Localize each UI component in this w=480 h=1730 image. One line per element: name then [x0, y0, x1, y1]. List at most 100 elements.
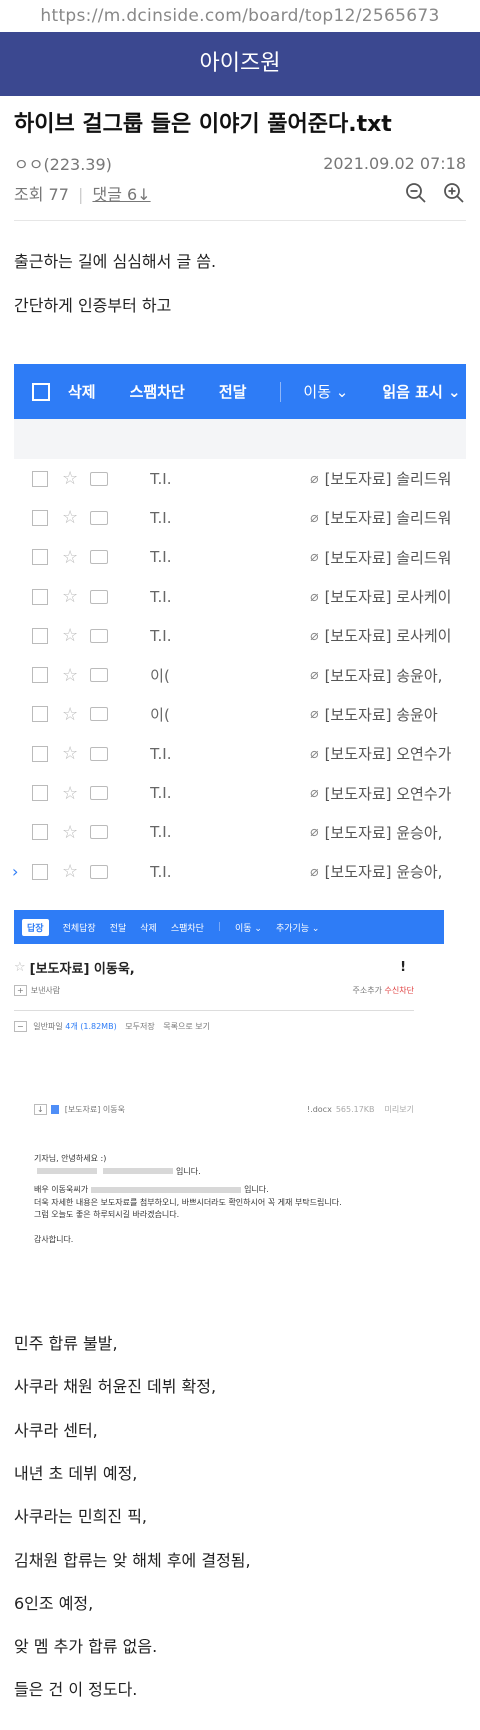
forward-button[interactable]: 전달	[110, 921, 127, 934]
spam-block-button[interactable]: 스팸차단	[130, 381, 185, 402]
closing-line: 사쿠라는 민희진 픽,	[14, 1507, 148, 1527]
envelope-icon[interactable]	[90, 746, 109, 761]
row-checkbox[interactable]	[32, 863, 48, 880]
envelope-icon[interactable]	[90, 589, 109, 604]
star-icon[interactable]: ☆	[62, 507, 78, 528]
row-checkbox[interactable]	[32, 667, 48, 684]
save-all-link[interactable]: 모두저장	[125, 1022, 154, 1031]
row-checkbox[interactable]	[32, 470, 48, 487]
post-datetime: 2021.09.02 07:18	[323, 153, 466, 173]
zoom-in-icon[interactable]	[442, 181, 466, 205]
mail-row[interactable]: ☆ T.I. ⌀ [보도자료] 로사케이	[14, 616, 466, 655]
mail-subject[interactable]: [보도자료] 오연수가	[325, 743, 455, 764]
file-ext: !.docx	[306, 1105, 332, 1114]
block-sender-link[interactable]: 수신차단	[385, 986, 414, 995]
envelope-icon[interactable]	[90, 510, 109, 525]
star-icon[interactable]: ☆	[62, 625, 78, 646]
mark-read-dropdown[interactable]: 읽음 표시 ⌄	[382, 381, 460, 402]
mail-row[interactable]: ☆ 이(⌀ [보도자료] 송윤아	[14, 695, 466, 734]
mail-subject[interactable]: [보도자료] 로사케이	[325, 586, 455, 607]
mail-subject[interactable]: [보도자료] 오연수가	[325, 783, 455, 804]
row-checkbox[interactable]	[32, 785, 48, 802]
star-icon[interactable]: ☆	[62, 783, 78, 804]
spam-block-button[interactable]: 스팸차단	[171, 921, 204, 934]
comment-count-link[interactable]: 댓글 6↓	[92, 185, 150, 204]
star-icon[interactable]: ☆	[62, 743, 78, 764]
row-checkbox[interactable]	[32, 706, 48, 723]
envelope-icon[interactable]	[90, 707, 109, 722]
gallery-title[interactable]: 아이즈원	[0, 32, 480, 96]
delete-button[interactable]: 삭제	[68, 381, 96, 402]
star-icon[interactable]: ☆	[62, 468, 78, 489]
envelope-icon[interactable]	[90, 550, 109, 565]
redacted-text	[37, 1168, 97, 1174]
mail-row[interactable]: ☆ T.I. ⌀ [보도자료] 솔리드워	[14, 459, 466, 498]
star-icon[interactable]: ☆	[62, 822, 78, 843]
envelope-icon[interactable]	[90, 825, 109, 840]
mail-row[interactable]: ☆ T.I. ⌀ [보도자료] 로사케이	[14, 577, 466, 616]
delete-button[interactable]: 삭제	[140, 921, 157, 934]
envelope-icon[interactable]	[90, 628, 109, 643]
envelope-icon[interactable]	[90, 668, 109, 683]
attach-count[interactable]: 4개 (1.82MB)	[65, 1022, 116, 1031]
reply-all-button[interactable]: 전체답장	[63, 921, 96, 934]
collapse-icon[interactable]: −	[14, 1021, 27, 1032]
star-icon[interactable]: ☆	[62, 547, 78, 568]
mail-subject[interactable]: [보도자료] 윤승아,	[325, 861, 455, 882]
mail-row[interactable]: ☆ T.I. ⌀ [보도자료] 오연수가	[14, 773, 466, 812]
row-checkbox[interactable]	[32, 824, 48, 841]
star-icon[interactable]: ☆	[14, 960, 26, 975]
forward-button[interactable]: 전달	[219, 381, 247, 402]
attachment-summary: − 일반파일 4개 (1.82MB) 모두저장 목록으로 보기	[14, 1021, 444, 1032]
row-checkbox[interactable]	[32, 509, 48, 526]
star-icon[interactable]: ☆	[62, 704, 78, 725]
mail-row[interactable]: › ☆ T.I. ⌀ [보도자료] 윤승아,	[12, 852, 466, 891]
reply-button[interactable]: 답장	[22, 918, 49, 936]
closing-line: 민주 합류 불발,	[14, 1334, 118, 1353]
mail-sender: T.I.	[150, 469, 172, 488]
post-meta: ㅇㅇ(223.39) 2021.09.02 07:18	[14, 150, 466, 176]
mail-subject[interactable]: [보도자료] 솔리드워	[325, 468, 455, 489]
mail-row[interactable]: ☆ T.I. ⌀ [보도자료] 솔리드워	[14, 538, 466, 577]
preview-link[interactable]: 미리보기	[385, 1104, 414, 1115]
post-author[interactable]: ㅇㅇ(223.39)	[14, 151, 112, 175]
letter-thanks: 감사합니다.	[34, 1234, 74, 1244]
row-checkbox[interactable]	[32, 745, 48, 762]
star-icon[interactable]: ☆	[62, 586, 78, 607]
paperclip-icon: ⌀	[310, 785, 319, 802]
mail-rows: ☆ T.I. ⌀ [보도자료] 솔리드워 ☆ T.I. ⌀ [보도자료] 솔리드워 ☆ T.I. ⌀…	[12, 459, 466, 891]
redacted-text	[91, 1186, 242, 1193]
list-view-link[interactable]: 목록으로 보기	[163, 1022, 210, 1031]
mail-row[interactable]: ☆ T.I. ⌀ [보도자료] 윤승아,	[14, 813, 466, 852]
post-header: 하이브 걸그룹 들은 이야기 풀어준다.txt ㅇㅇ(223.39) 2021.…	[0, 96, 480, 221]
select-all-checkbox[interactable]	[32, 382, 50, 401]
url-bar[interactable]: https://m.dcinside.com/board/top12/25656…	[0, 0, 480, 32]
move-dropdown[interactable]: 이동 ⌄	[235, 921, 262, 934]
attachment-file[interactable]: ↓ [보도자료] 이동욱 !.docx 565.17KB 미리보기	[34, 1104, 414, 1115]
move-dropdown[interactable]: 이동 ⌄	[303, 381, 348, 402]
add-address-link[interactable]: 주소추가	[353, 986, 382, 995]
star-icon[interactable]: ☆	[62, 861, 78, 882]
closing-line: 6인조 예정,	[14, 1593, 94, 1613]
expand-icon[interactable]: +	[14, 985, 27, 996]
zoom-out-icon[interactable]	[404, 181, 428, 205]
mail-row[interactable]: ☆ 이(⌀ [보도자료] 송윤아,	[14, 655, 466, 694]
star-icon[interactable]: ☆	[62, 665, 78, 686]
row-checkbox[interactable]	[32, 588, 48, 605]
download-icon[interactable]: ↓	[34, 1104, 47, 1115]
more-functions-dropdown[interactable]: 추가기능 ⌄	[276, 921, 320, 934]
envelope-icon[interactable]	[90, 786, 109, 801]
mail-subject[interactable]: [보도자료] 윤승아,	[325, 822, 455, 843]
mail-subject[interactable]: [보도자료] 솔리드워	[325, 547, 455, 568]
mail-row[interactable]: ☆ T.I. ⌀ [보도자료] 솔리드워	[14, 498, 466, 537]
mail-subject[interactable]: [보도자료] 솔리드워	[325, 507, 455, 528]
envelope-icon[interactable]	[90, 864, 109, 879]
envelope-icon[interactable]	[90, 471, 109, 486]
mail-subject[interactable]: [보도자료] 로사케이	[325, 625, 455, 646]
mail-subject[interactable]: [보도자료] 송윤아,	[325, 665, 455, 686]
row-checkbox[interactable]	[32, 549, 48, 566]
mail-subject[interactable]: [보도자료] 송윤아	[325, 704, 455, 725]
chevron-right-icon[interactable]: ›	[12, 862, 18, 881]
mail-row[interactable]: ☆ T.I. ⌀ [보도자료] 오연수가	[14, 734, 466, 773]
row-checkbox[interactable]	[32, 627, 48, 644]
